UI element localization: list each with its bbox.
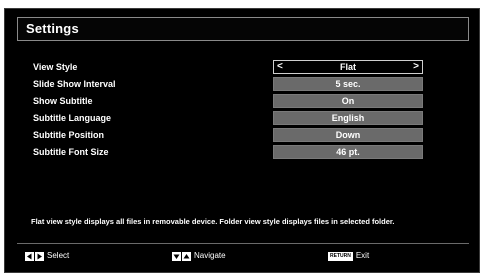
subtitle-position-selector[interactable]: Down — [273, 128, 423, 142]
setting-label: Subtitle Font Size — [33, 147, 109, 157]
view-style-selector[interactable]: < Flat > — [273, 60, 423, 74]
setting-label: View Style — [33, 62, 78, 72]
chevron-left-icon[interactable]: < — [277, 61, 283, 73]
legend-select: Select — [25, 250, 69, 262]
setting-label: Slide Show Interval — [33, 79, 116, 89]
legend-exit: RETURN Exit — [328, 250, 369, 262]
arrow-right-icon — [35, 251, 44, 261]
subtitle-font-size-selector[interactable]: 46 pt. — [273, 145, 423, 159]
setting-value: 5 sec. — [335, 79, 361, 89]
chevron-right-icon[interactable]: > — [413, 61, 419, 73]
subtitle-language-selector[interactable]: English — [273, 111, 423, 125]
setting-label: Subtitle Position — [33, 130, 104, 140]
arrow-left-icon — [25, 251, 34, 261]
legend-navigate-label: Navigate — [194, 251, 226, 260]
setting-row-view-style[interactable]: View Style < Flat > — [33, 60, 423, 77]
setting-row-subtitle-language[interactable]: Subtitle Language English — [33, 111, 423, 128]
help-text: Flat view style displays all files in re… — [31, 217, 395, 226]
setting-label: Show Subtitle — [33, 96, 93, 106]
setting-row-slide-show-interval[interactable]: Slide Show Interval 5 sec. — [33, 77, 423, 94]
setting-row-subtitle-font-size[interactable]: Subtitle Font Size 46 pt. — [33, 145, 423, 162]
setting-value: Flat — [339, 62, 356, 72]
legend-navigate: Navigate — [172, 250, 226, 262]
slide-show-interval-selector[interactable]: 5 sec. — [273, 77, 423, 91]
divider — [17, 243, 469, 244]
setting-label: Subtitle Language — [33, 113, 112, 123]
page-title: Settings — [26, 21, 79, 36]
settings-list: View Style < Flat > Slide Show Interval … — [33, 60, 423, 162]
arrow-up-icon — [182, 251, 191, 261]
setting-value: 46 pt. — [336, 147, 360, 157]
legend-select-label: Select — [47, 251, 70, 260]
title-bar: Settings — [17, 17, 469, 41]
setting-value: English — [331, 113, 365, 123]
setting-value: Down — [335, 130, 361, 140]
setting-row-subtitle-position[interactable]: Subtitle Position Down — [33, 128, 423, 145]
show-subtitle-selector[interactable]: On — [273, 94, 423, 108]
settings-panel: Settings View Style < Flat > Slide Show … — [4, 8, 480, 273]
return-key-icon: RETURN — [328, 251, 353, 261]
setting-value: On — [341, 96, 355, 106]
arrow-down-icon — [172, 251, 181, 261]
legend-exit-label: Exit — [355, 251, 370, 260]
setting-row-show-subtitle[interactable]: Show Subtitle On — [33, 94, 423, 111]
